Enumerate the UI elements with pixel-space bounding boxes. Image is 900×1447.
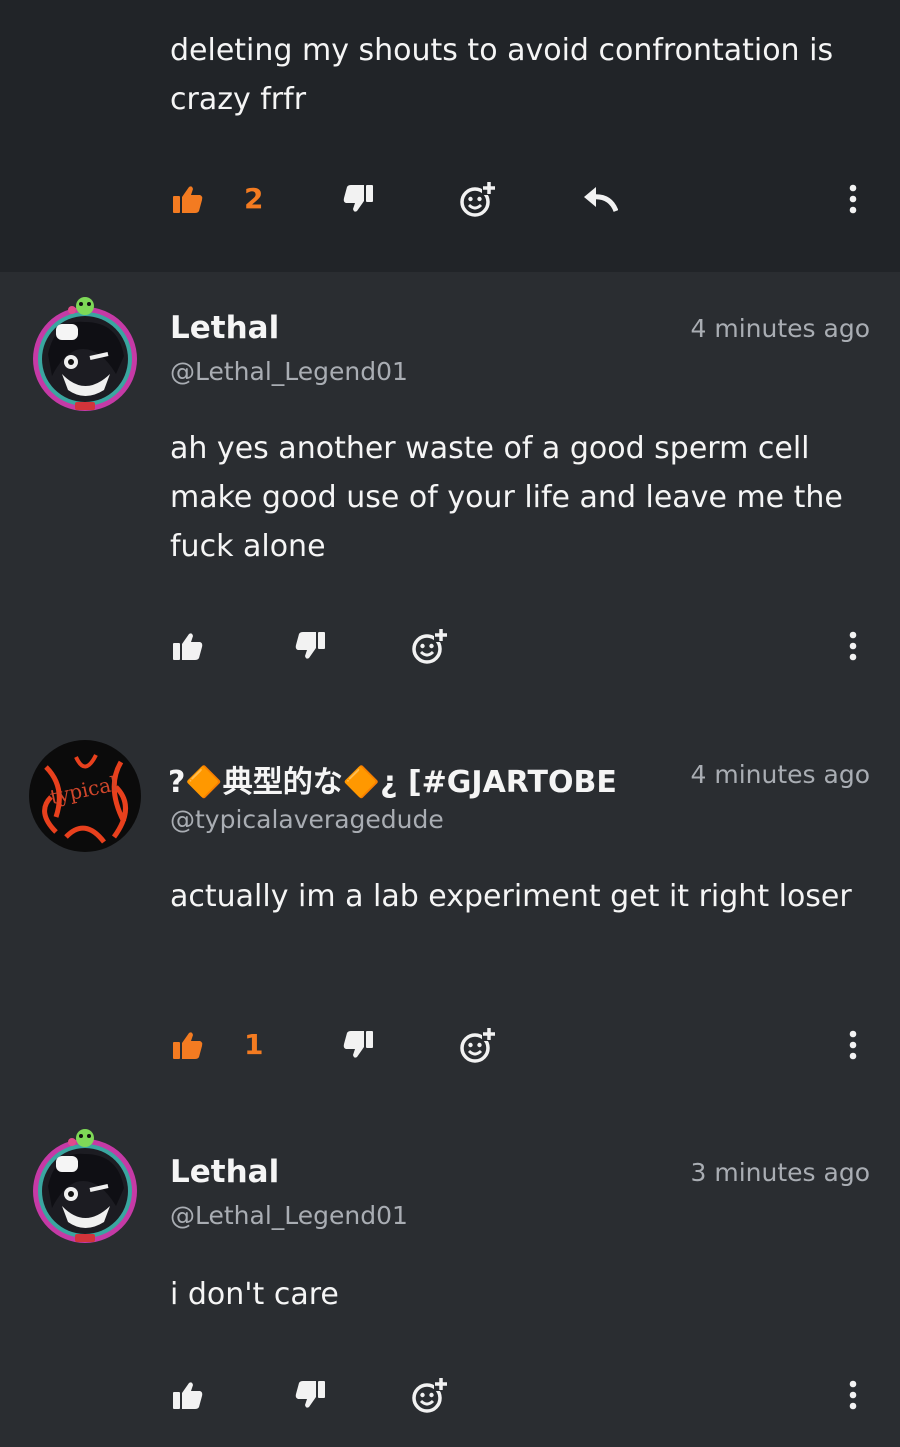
add-reaction-button[interactable] — [456, 1020, 500, 1070]
comment-card: Lethal @Lethal_Legend01 4 minutes ago ah… — [0, 272, 900, 705]
comment-feed: deleting my shouts to avoid confrontatio… — [0, 0, 900, 1447]
like-count: 1 — [244, 1028, 264, 1061]
add-reaction-button[interactable] — [408, 621, 452, 671]
thumbs-up-icon — [173, 186, 203, 213]
more-vertical-icon — [849, 184, 857, 214]
add-reaction-button[interactable] — [408, 1370, 452, 1420]
like-button[interactable] — [168, 1020, 208, 1070]
more-options-button[interactable] — [840, 174, 866, 224]
dislike-button[interactable] — [338, 174, 378, 224]
thumbs-up-icon — [173, 1032, 203, 1059]
comment-text: i don't care — [170, 1277, 339, 1312]
comment-timestamp: 4 minutes ago — [690, 760, 870, 789]
author-handle[interactable]: @Lethal_Legend01 — [170, 357, 408, 386]
comment-actions — [0, 621, 900, 671]
comment-card: deleting my shouts to avoid confrontatio… — [0, 0, 900, 272]
avatar[interactable]: typical — [26, 737, 144, 855]
add-reaction-button[interactable] — [456, 174, 500, 224]
more-vertical-icon — [849, 1380, 857, 1410]
author-name[interactable]: Lethal — [170, 310, 279, 346]
add-reaction-icon — [460, 181, 496, 217]
comment-card: typical ?🔶典型的な🔶¿ [#GJARTOBE @typicalaver… — [0, 705, 900, 1110]
like-button[interactable] — [168, 174, 208, 224]
add-reaction-icon — [460, 1027, 496, 1063]
add-reaction-icon — [412, 628, 448, 664]
more-options-button[interactable] — [840, 621, 866, 671]
thumbs-down-icon — [343, 185, 373, 212]
comment-actions: 1 — [0, 1020, 900, 1070]
author-name[interactable]: ?🔶典型的な🔶¿ [#GJARTOBE — [168, 757, 653, 801]
add-reaction-icon — [412, 1377, 448, 1413]
author-handle[interactable]: @Lethal_Legend01 — [170, 1201, 408, 1230]
comment-card: Lethal @Lethal_Legend01 3 minutes ago i … — [0, 1110, 900, 1447]
comment-actions: 2 — [0, 174, 900, 224]
thumbs-down-icon — [343, 1031, 373, 1058]
comment-text: deleting my shouts to avoid confrontatio… — [170, 33, 834, 117]
avatar[interactable] — [26, 1126, 144, 1244]
more-options-button[interactable] — [840, 1370, 866, 1420]
more-options-button[interactable] — [840, 1020, 866, 1070]
reply-icon — [584, 187, 618, 213]
reply-button[interactable] — [580, 174, 620, 224]
dislike-button[interactable] — [290, 1370, 330, 1420]
more-vertical-icon — [849, 1030, 857, 1060]
comment-text: ah yes another waste of a good sperm cel… — [170, 431, 843, 564]
author-name[interactable]: Lethal — [170, 1154, 279, 1190]
dislike-button[interactable] — [290, 621, 330, 671]
comment-text: actually im a lab experiment get it righ… — [170, 879, 852, 914]
author-handle[interactable]: @typicalaveragedude — [170, 805, 444, 834]
comment-actions — [0, 1370, 900, 1420]
more-vertical-icon — [849, 631, 857, 661]
thumbs-down-icon — [295, 632, 325, 659]
dislike-button[interactable] — [338, 1020, 378, 1070]
thumbs-up-icon — [173, 1382, 203, 1409]
like-button[interactable] — [168, 621, 208, 671]
comment-timestamp: 3 minutes ago — [690, 1158, 870, 1187]
like-count: 2 — [244, 182, 264, 215]
like-button[interactable] — [168, 1370, 208, 1420]
thumbs-down-icon — [295, 1381, 325, 1408]
thumbs-up-icon — [173, 633, 203, 660]
avatar[interactable] — [26, 294, 144, 412]
comment-timestamp: 4 minutes ago — [690, 314, 870, 343]
